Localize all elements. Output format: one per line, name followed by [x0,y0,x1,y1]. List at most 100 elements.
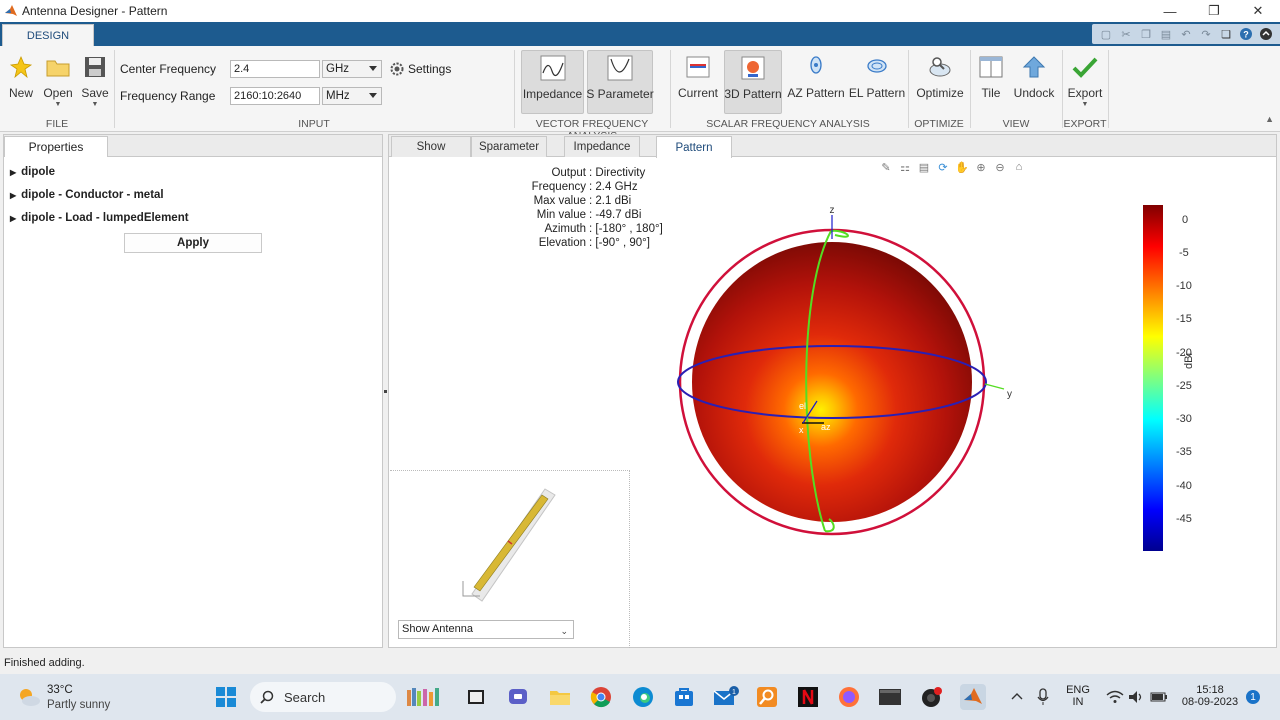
file-explorer-icon[interactable] [547,684,573,710]
quick-paste-icon[interactable]: ▤ [1156,25,1176,43]
frequency-range-input[interactable]: 2160:10:2640 [230,87,320,105]
open-label: Open [43,86,73,100]
tab-design[interactable]: DESIGN [2,24,94,46]
pane-splitter[interactable] [384,390,387,393]
edge-icon[interactable] [630,684,656,710]
expand-triangle-icon[interactable]: ▶ [10,168,16,177]
center-frequency-label: Center Frequency [120,62,217,76]
optimize-button[interactable]: Optimize [914,50,966,114]
save-figure-icon[interactable]: ▤ [915,159,933,175]
restore-icon[interactable]: ❐ [1192,0,1236,22]
export-button[interactable]: Export ▼ [1066,50,1104,114]
tree-item-dipole[interactable]: ▶ dipole [10,166,55,178]
chevron-down-icon: ▼ [91,101,99,108]
language-code: ENG [1066,684,1090,696]
quick-cut-icon[interactable]: ✂ [1116,25,1136,43]
save-icon [78,50,112,84]
netflix-icon[interactable] [795,684,821,710]
firefox-icon[interactable] [836,684,862,710]
3d-pattern-label: 3D Pattern [724,87,782,101]
tab-show[interactable]: Show [391,136,471,157]
new-button[interactable]: New [6,50,36,114]
collapse-toolstrip-icon[interactable]: ▲ [1265,114,1274,124]
center-frequency-unit-select[interactable]: GHz [322,60,382,78]
home-icon[interactable]: ⌂ [1010,159,1028,175]
apply-button[interactable]: Apply [124,233,262,253]
zoom-out-icon[interactable]: ⊖ [991,159,1009,175]
help-icon[interactable]: ? [1236,25,1256,43]
search-tool-icon[interactable] [754,684,780,710]
el-pattern-button[interactable]: EL Pattern [849,50,905,114]
frequency-range-unit-select[interactable]: MHz [322,87,382,105]
quick-undo-icon[interactable]: ↶ [1176,25,1196,43]
ribbon-divider [514,50,515,128]
terminal-icon[interactable] [877,684,903,710]
s-parameter-button[interactable]: S Parameter [586,50,654,114]
s-parameter-plot-icon [603,51,637,85]
tree-item-dipole-conductor[interactable]: ▶ dipole - Conductor - metal [10,189,164,201]
properties-tabstrip: Properties [4,135,382,157]
zoom-in-icon[interactable]: ⊕ [972,159,990,175]
tile-button[interactable]: Tile [976,50,1006,114]
settings-button[interactable]: Settings [390,62,451,76]
windows-start-icon[interactable] [213,684,239,710]
current-icon [681,50,715,84]
language-indicator[interactable]: ENG IN [1062,684,1094,708]
tab-sparameter[interactable]: Sparameter [471,136,547,157]
microphone-icon[interactable] [1030,684,1056,710]
group-label-scalar-frequency-analysis: SCALAR FREQUENCY ANALYSIS [706,118,870,130]
optimize-icon [923,50,957,84]
az-pattern-button[interactable]: AZ Pattern [787,50,845,114]
obs-record-icon[interactable] [919,684,945,710]
3d-radiation-pattern-plot[interactable]: z y x az el [659,201,1039,541]
notification-badge[interactable]: 1 [1244,684,1262,710]
show-antenna-select[interactable]: Show Antenna ⌄ [398,620,574,639]
close-icon[interactable]: ✕ [1236,0,1280,22]
task-view-icon[interactable] [463,684,489,710]
quick-new-icon[interactable]: ▢ [1096,25,1116,43]
expand-triangle-icon[interactable]: ▶ [10,214,16,223]
rotate-3d-icon[interactable]: ⟳ [934,159,952,175]
pan-hand-icon[interactable]: ✋ [953,159,971,175]
ribbon-tabstrip [0,22,1280,46]
collapse-ribbon-icon[interactable] [1256,25,1276,43]
quick-redo-icon[interactable]: ↷ [1196,25,1216,43]
minimize-icon[interactable]: — [1148,0,1192,22]
chrome-icon[interactable] [588,684,614,710]
search-highlight-books-icon[interactable] [402,684,452,710]
impedance-button[interactable]: Impedance [521,50,584,114]
microsoft-store-icon[interactable] [671,684,697,710]
current-button[interactable]: Current [678,50,718,114]
mail-icon[interactable]: 1 [713,684,739,710]
undock-button[interactable]: Undock [1014,50,1054,114]
el-label: el [799,401,806,411]
open-button[interactable]: Open ▼ [42,50,74,114]
weather-temperature[interactable]: 33°C [47,684,73,696]
battery-icon[interactable] [1146,684,1172,710]
save-button[interactable]: Save ▼ [80,50,110,114]
3d-pattern-button[interactable]: 3D Pattern [724,50,782,114]
clock[interactable]: 15:18 08-09-2023 [1176,684,1244,708]
chevron-down-icon: ⌄ [560,626,568,636]
colorbar-tick: -40 [1176,480,1192,492]
y-axis-label: y [1007,389,1012,400]
weather-description[interactable]: Partly sunny [47,699,110,711]
expand-triangle-icon[interactable]: ▶ [10,191,16,200]
datatip-icon[interactable]: ⚏ [896,159,914,175]
weather-icon[interactable] [16,684,42,710]
folder-icon [41,50,75,84]
teams-chat-icon[interactable] [505,684,531,710]
quick-window-icon[interactable]: ❏ [1216,25,1236,43]
taskbar-search-box[interactable]: Search [250,682,396,712]
tab-pattern[interactable]: Pattern [656,136,732,158]
matlab-taskbar-icon[interactable] [960,684,986,710]
tab-properties[interactable]: Properties [4,136,108,157]
chevron-up-icon[interactable] [1004,684,1030,710]
brush-icon[interactable]: ✎ [877,159,895,175]
settings-label: Settings [408,62,452,76]
tab-impedance[interactable]: Impedance [564,136,640,157]
center-frequency-input[interactable]: 2.4 [230,60,320,78]
quick-copy-icon[interactable]: ❐ [1136,25,1156,43]
plot-toolbar: ✎ ⚏ ▤ ⟳ ✋ ⊕ ⊖ ⌂ [877,159,1028,175]
tree-item-dipole-load[interactable]: ▶ dipole - Load - lumpedElement [10,212,189,224]
